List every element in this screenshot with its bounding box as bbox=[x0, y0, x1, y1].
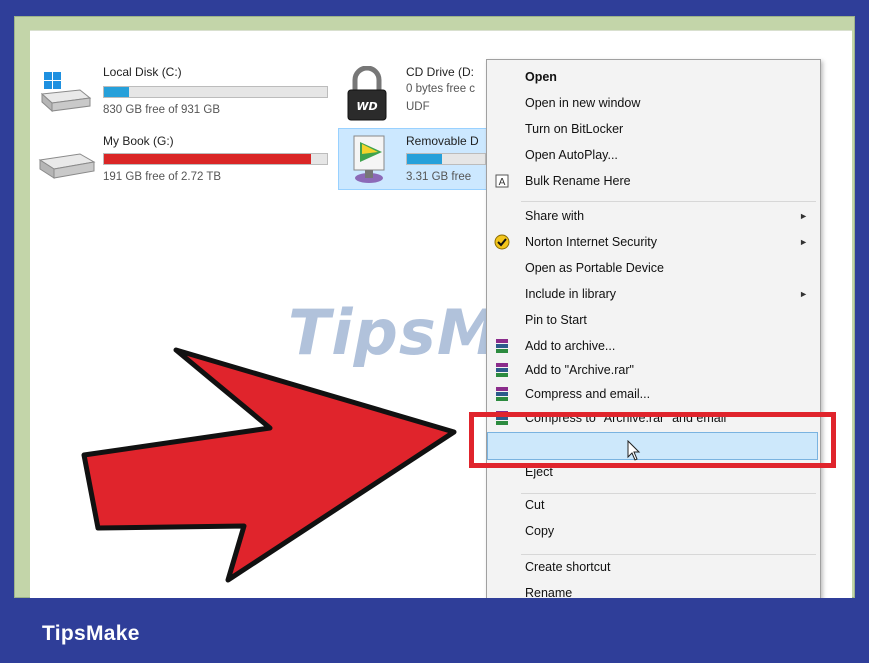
pointer-arrow-icon bbox=[81, 347, 457, 583]
footer-brand: TipsMake bbox=[42, 622, 140, 645]
mouse-cursor-icon bbox=[627, 440, 641, 461]
